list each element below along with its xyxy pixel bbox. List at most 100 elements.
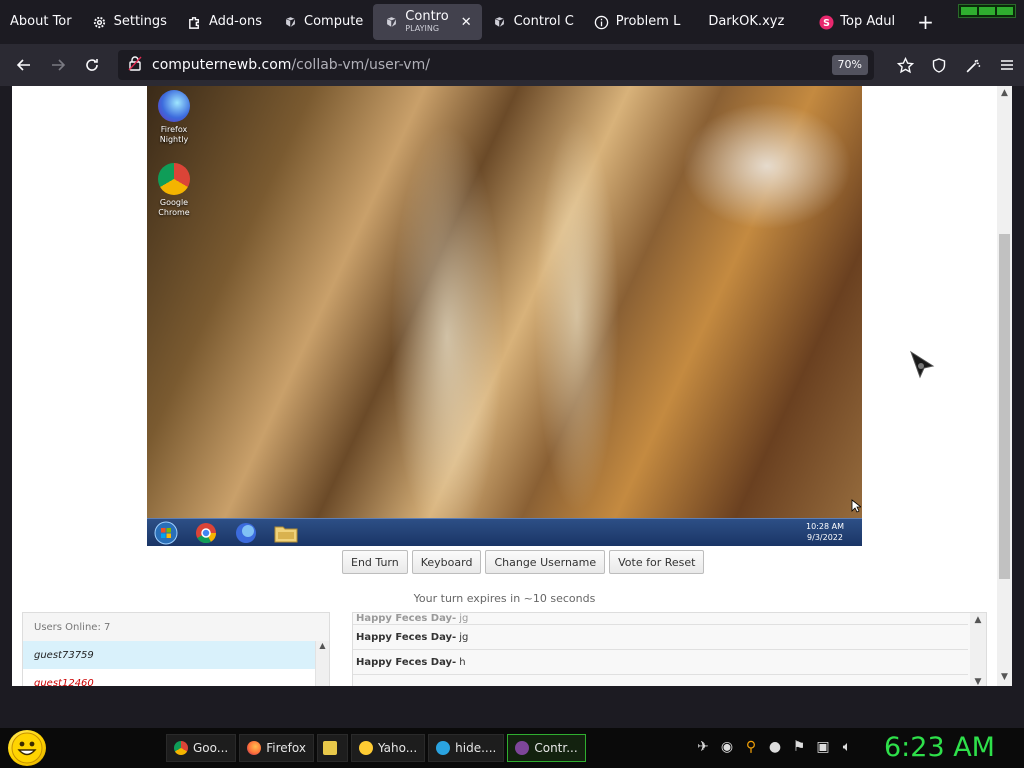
url-host: computernewb.com bbox=[152, 57, 292, 73]
os-task-file-manager[interactable] bbox=[316, 734, 348, 762]
scroll-up-icon[interactable]: ▲ bbox=[999, 88, 1010, 100]
vote-reset-button[interactable]: Vote for Reset bbox=[609, 550, 705, 574]
tab-add-ons[interactable]: Add-ons bbox=[177, 4, 272, 40]
tab-darkok[interactable]: DarkOK.xyz bbox=[690, 4, 794, 40]
globe-icon[interactable]: ◉ bbox=[718, 736, 736, 758]
shield-button[interactable] bbox=[922, 49, 956, 81]
page-scrollbar[interactable]: ▲ ▼ bbox=[997, 86, 1012, 686]
tab-control-c[interactable]: Control C bbox=[482, 4, 584, 40]
tab-label: Contro bbox=[405, 9, 449, 25]
arrow-left-icon bbox=[16, 59, 30, 71]
tab-label: Problem L bbox=[615, 13, 681, 29]
network-icon[interactable]: ▣ bbox=[814, 736, 832, 758]
os-taskbar: Goo... Firefox Yaho... hide.... Contr...… bbox=[0, 728, 1024, 768]
tab-label: DarkOK.xyz bbox=[708, 13, 785, 29]
vm-taskbar: 10:28 AM 9/3/2022 bbox=[147, 518, 862, 546]
vm-display[interactable]: Firefox Nightly Google Chrome bbox=[147, 86, 862, 546]
tor-browser-icon bbox=[515, 741, 530, 755]
users-scrollbar[interactable]: ▲ bbox=[315, 641, 329, 686]
folder-icon bbox=[322, 741, 337, 755]
page-viewport: Firefox Nightly Google Chrome 10:28 AM 9… bbox=[12, 86, 997, 686]
firefox-nightly-icon[interactable] bbox=[233, 521, 259, 545]
scroll-down-icon[interactable]: ▼ bbox=[999, 672, 1010, 684]
smiley-icon bbox=[11, 732, 43, 764]
os-task-hide[interactable]: hide.... bbox=[428, 734, 505, 762]
new-tab-button[interactable]: + bbox=[905, 10, 946, 34]
vm-controls: End Turn Keyboard Change Username Vote f… bbox=[342, 550, 705, 574]
chrome-icon bbox=[174, 741, 188, 755]
tab-control-playing[interactable]: Contro PLAYING ✕ bbox=[373, 4, 482, 40]
menu-button[interactable] bbox=[990, 49, 1024, 81]
vm-icon bbox=[282, 14, 298, 30]
folder-icon[interactable] bbox=[273, 521, 299, 545]
chat-message: Happy Feces Day-jg bbox=[353, 613, 968, 625]
tab-label: Top Adul bbox=[840, 13, 896, 29]
navigation-bar: computernewb.com/collab-vm/user-vm/ 70% bbox=[0, 44, 1024, 86]
chat-icon[interactable]: ● bbox=[766, 736, 784, 758]
scrollbar-thumb[interactable] bbox=[999, 234, 1010, 579]
tab-label: Compute bbox=[304, 13, 364, 29]
users-online-count: Users Online: 7 bbox=[34, 621, 111, 633]
arrow-right-icon bbox=[52, 59, 66, 71]
end-turn-button[interactable]: End Turn bbox=[342, 550, 408, 574]
windows-start-icon[interactable] bbox=[153, 521, 179, 545]
change-username-button[interactable]: Change Username bbox=[485, 550, 606, 574]
smiley-start-button[interactable] bbox=[8, 730, 46, 766]
zoom-level-button[interactable]: 70% bbox=[831, 55, 868, 75]
info-icon bbox=[594, 14, 610, 30]
chat-message: Happy Feces Day-h bbox=[353, 650, 968, 675]
url-path: /collab-vm/user-vm/ bbox=[291, 57, 430, 73]
chrome-icon[interactable] bbox=[193, 521, 219, 545]
tab-about-tor[interactable]: About Tor bbox=[0, 4, 82, 40]
paper-plane-icon[interactable]: ✈ bbox=[694, 736, 712, 758]
tab-label: Add-ons bbox=[208, 13, 263, 29]
tab-playing-label: PLAYING bbox=[405, 23, 440, 33]
star-icon bbox=[896, 56, 914, 73]
window-controls[interactable] bbox=[958, 4, 1016, 18]
lock-icon bbox=[128, 55, 142, 75]
vm-clock[interactable]: 10:28 AM 9/3/2022 bbox=[806, 522, 844, 544]
firefox-nightly-icon bbox=[158, 90, 190, 122]
chrome-icon bbox=[158, 163, 190, 195]
vm-icon bbox=[383, 14, 399, 30]
back-button[interactable] bbox=[7, 49, 41, 81]
tab-top-adult[interactable]: S Top Adul bbox=[794, 4, 905, 40]
desktop-icon-google-chrome[interactable]: Google Chrome bbox=[147, 163, 201, 217]
close-tab-icon[interactable]: ✕ bbox=[461, 15, 472, 30]
puzzle-icon bbox=[187, 14, 203, 30]
volume-icon[interactable]: 🔈︎ bbox=[838, 736, 856, 758]
gear-icon bbox=[92, 14, 108, 30]
bookmark-star-button[interactable] bbox=[888, 49, 922, 81]
reload-icon bbox=[86, 59, 98, 71]
keyboard-button[interactable]: Keyboard bbox=[411, 550, 482, 574]
chat-scrollbar[interactable]: ▲ ▼ bbox=[970, 613, 986, 686]
tor-circuit-button[interactable] bbox=[956, 49, 990, 81]
url-bar[interactable]: computernewb.com/collab-vm/user-vm/ 70% bbox=[118, 50, 874, 80]
vm-mouse-pointer-icon bbox=[851, 499, 861, 513]
os-task-control[interactable]: Contr... bbox=[507, 734, 586, 762]
tab-label: About Tor bbox=[10, 13, 72, 29]
user-list-item[interactable]: guest12460 bbox=[23, 669, 329, 686]
magnifier-icon[interactable]: ⚲ bbox=[742, 736, 760, 758]
s-logo-icon: S bbox=[818, 14, 834, 30]
tab-problem-loading[interactable]: Problem L bbox=[584, 4, 691, 40]
tab-label: Control C bbox=[513, 13, 574, 29]
os-task-yahoo[interactable]: Yaho... bbox=[350, 734, 426, 762]
svg-text:S: S bbox=[823, 17, 830, 28]
flag-icon[interactable]: ⚑ bbox=[790, 736, 808, 758]
firefox-icon bbox=[247, 741, 262, 755]
magic-wand-icon bbox=[966, 59, 980, 72]
hamburger-icon bbox=[1001, 60, 1013, 70]
tab-settings[interactable]: Settings bbox=[82, 4, 177, 40]
reload-button[interactable] bbox=[75, 49, 109, 81]
os-clock[interactable]: 6:23 AM bbox=[884, 732, 995, 763]
smiley-icon bbox=[358, 741, 373, 755]
tab-computernewb[interactable]: Compute bbox=[272, 4, 373, 40]
forward-button[interactable] bbox=[41, 49, 75, 81]
user-list-item[interactable]: guest73759 bbox=[23, 641, 329, 669]
os-task-firefox[interactable]: Firefox bbox=[239, 734, 314, 762]
turn-expiry-message: Your turn expires in ~10 seconds bbox=[413, 592, 596, 605]
users-online-panel: Users Online: 7 guest73759 guest12460 ▲ bbox=[22, 612, 330, 686]
os-task-google[interactable]: Goo... bbox=[166, 734, 237, 762]
desktop-icon-firefox-nightly[interactable]: Firefox Nightly bbox=[147, 90, 201, 144]
